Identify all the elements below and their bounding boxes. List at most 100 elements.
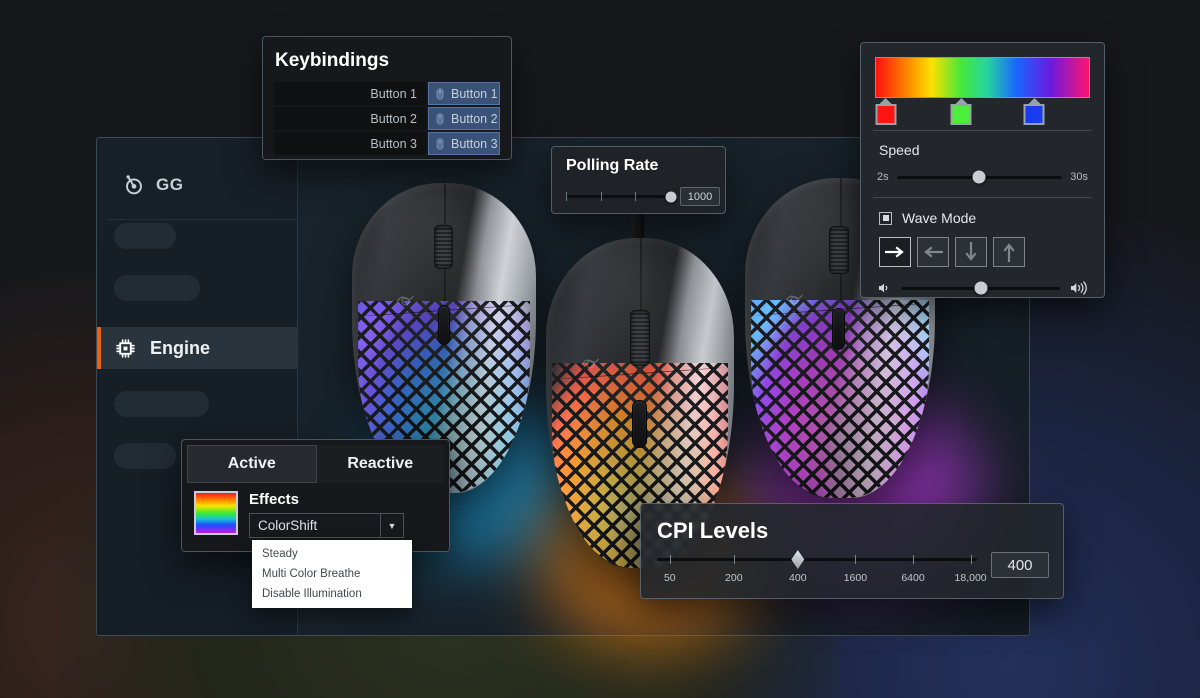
keybinding-label-cell: Button 2 — [274, 107, 426, 130]
speed-slider-handle[interactable] — [972, 170, 986, 184]
effects-tabs: Active Reactive — [182, 440, 449, 483]
keybinding-label: Button 1 — [370, 86, 417, 101]
sidebar-divider — [107, 219, 297, 220]
polling-rate-panel: Polling Rate 1000 — [551, 146, 726, 214]
tab-active[interactable]: Active — [187, 445, 317, 483]
panel-divider — [873, 130, 1092, 131]
chip-icon — [116, 338, 135, 358]
speed-min-label: 2s — [877, 171, 889, 183]
polling-rate-value[interactable]: 1000 — [680, 187, 720, 206]
gradient-stop-green[interactable] — [950, 98, 972, 125]
brand-label: GG — [156, 175, 184, 194]
tab-reactive[interactable]: Reactive — [316, 445, 444, 483]
sidebar-item-placeholder-2[interactable] — [114, 275, 200, 301]
polling-rate-tick — [600, 192, 602, 201]
effects-option-disable-illumination[interactable]: Disable Illumination — [252, 584, 412, 604]
cpi-slider[interactable]: 50 200 400 1600 6400 18,000 — [657, 550, 987, 584]
keybinding-row[interactable]: Button 3 Button 3 — [274, 132, 500, 155]
keybinding-value: Button 1 — [451, 86, 498, 101]
cpi-levels-title: CPI Levels — [657, 518, 769, 543]
cpi-button-left — [438, 305, 450, 345]
volume-slider-handle[interactable] — [974, 281, 987, 295]
wave-mode-checkbox[interactable] — [879, 211, 892, 225]
wave-direction-up-button[interactable] — [993, 237, 1025, 267]
gradient-stop-blue[interactable] — [1023, 98, 1045, 125]
effects-option-steady[interactable]: Steady — [252, 544, 412, 564]
cpi-tick-label: 400 — [789, 572, 807, 584]
volume-high-icon — [1071, 281, 1087, 295]
gradient-stops — [875, 98, 1090, 125]
keybinding-row[interactable]: Button 2 Button 2 — [274, 107, 500, 130]
sidebar-nav: Engine — [97, 223, 297, 469]
mouse-icon — [436, 87, 444, 100]
keybinding-row[interactable]: Button 1 Button 1 — [274, 82, 500, 105]
cpi-button-right — [832, 308, 845, 350]
polling-rate-title: Polling Rate — [566, 157, 659, 174]
speed-slider[interactable] — [896, 170, 1063, 184]
cpi-levels-panel: CPI Levels 50 200 400 1600 6400 18,000 4… — [640, 503, 1064, 599]
effects-panel: Active Reactive Effects ColorShift ▼ — [181, 439, 450, 552]
arrow-left-icon — [924, 246, 943, 258]
cpi-value-input[interactable]: 400 — [991, 552, 1049, 578]
arrow-up-icon — [1003, 243, 1015, 262]
speed-label: Speed — [879, 142, 920, 158]
sidebar-item-placeholder-4[interactable] — [114, 443, 176, 469]
sidebar-item-engine[interactable]: Engine — [97, 327, 297, 369]
cpi-tick-label: 1600 — [843, 572, 868, 584]
volume-low-icon — [879, 283, 888, 293]
keybinding-label-cell: Button 1 — [274, 82, 426, 105]
polling-rate-tick — [635, 192, 637, 201]
keybinding-label-cell: Button 3 — [274, 132, 426, 155]
stop-color-swatch — [1023, 104, 1045, 125]
keybinding-label: Button 2 — [370, 111, 417, 126]
stop-color-swatch — [950, 104, 972, 125]
chevron-down-icon[interactable]: ▼ — [380, 514, 403, 537]
sidebar-item-placeholder-3[interactable] — [114, 391, 209, 417]
polling-rate-tick — [566, 192, 567, 201]
polling-rate-slider[interactable] — [566, 191, 677, 202]
steelseries-badge-icon — [397, 295, 414, 306]
sidebar-item-placeholder-1[interactable] — [114, 223, 176, 249]
steelseries-badge-icon — [786, 294, 803, 305]
scroll-wheel-center — [630, 310, 650, 366]
gradient-stop-red[interactable] — [875, 98, 897, 125]
keybinding-value-cell[interactable]: Button 3 — [428, 132, 500, 155]
rainbow-swatch-icon[interactable] — [194, 491, 238, 535]
illumination-panel: Speed 2s 30s Wave Mode — [860, 42, 1105, 298]
screenshot-root: GG Engine Keybindings Button 1 Button 1 … — [0, 0, 1200, 698]
steelseries-logo-icon — [126, 175, 142, 195]
arrow-right-icon — [885, 246, 904, 258]
scroll-wheel-right — [829, 226, 849, 274]
wave-direction-down-button[interactable] — [955, 237, 987, 267]
effects-section-title: Effects — [249, 491, 300, 508]
volume-slider[interactable] — [901, 281, 1060, 295]
keybindings-panel: Keybindings Button 1 Button 1 Button 2 B… — [262, 36, 512, 160]
keybindings-title: Keybindings — [275, 50, 390, 71]
keybinding-value-cell[interactable]: Button 1 — [428, 82, 500, 105]
cpi-button-center — [632, 400, 647, 448]
cpi-tick-label: 6400 — [901, 572, 925, 584]
keybinding-value-cell[interactable]: Button 2 — [428, 107, 500, 130]
effects-selected-value: ColorShift — [258, 518, 318, 533]
steelseries-badge-icon — [582, 358, 599, 369]
wave-direction-right-button[interactable] — [879, 237, 911, 267]
effects-option-multi-color-breathe[interactable]: Multi Color Breathe — [252, 564, 412, 584]
speed-max-label: 30s — [1070, 171, 1088, 183]
keybinding-value: Button 3 — [451, 136, 498, 151]
effects-select[interactable]: ColorShift ▼ — [249, 513, 404, 538]
stop-color-swatch — [875, 104, 897, 125]
cpi-tick-label: 50 — [663, 572, 676, 584]
wave-direction-group — [879, 237, 1104, 267]
mouse-icon — [436, 112, 444, 125]
polling-rate-slider-handle[interactable] — [665, 191, 677, 202]
effects-dropdown-menu: Steady Multi Color Breathe Disable Illum… — [252, 540, 412, 608]
panel-divider — [873, 197, 1092, 198]
scroll-wheel-left — [434, 225, 453, 269]
arrow-down-icon — [965, 242, 977, 261]
cpi-tick-label: 18,000 — [954, 572, 987, 584]
wave-mode-label: Wave Mode — [902, 210, 977, 226]
mouse-icon — [436, 137, 444, 150]
wave-mode-toggle[interactable]: Wave Mode — [879, 210, 1104, 226]
color-gradient-bar[interactable] — [875, 57, 1090, 98]
wave-direction-left-button[interactable] — [917, 237, 949, 267]
